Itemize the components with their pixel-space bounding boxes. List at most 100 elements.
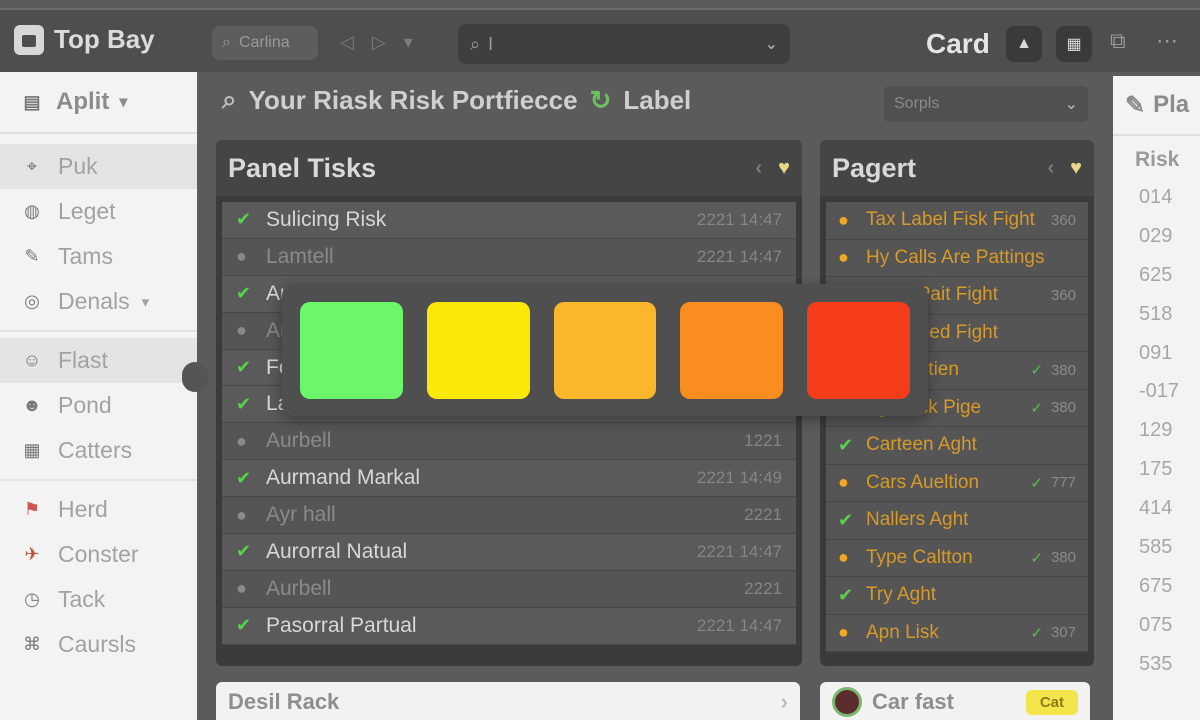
back-icon[interactable]: ◁ (340, 32, 354, 53)
quick-search-input[interactable]: ⌕ Carlina (212, 26, 318, 60)
workspace-label: Aplit (56, 88, 110, 115)
sidebar-item-pond[interactable]: ☻ Pond (0, 383, 197, 428)
list-item-name: Hy Calls Are Pattings (866, 246, 1045, 268)
color-swatch-1[interactable] (300, 301, 403, 399)
pending-icon: ● (236, 430, 247, 451)
card-label[interactable]: Card (926, 28, 990, 60)
sidebar-item-flast[interactable]: ☺ Flast (0, 338, 197, 383)
car-fast-card[interactable]: Car fast Cat (820, 682, 1090, 720)
upload-button[interactable]: ▲ (1006, 26, 1042, 62)
more-icon[interactable]: ⋯ (1156, 28, 1178, 54)
brush-icon: ✎ (24, 246, 40, 266)
task-time: 2221 14:47 (696, 246, 782, 266)
list-item[interactable]: ● Tax Label Fisk Fight 360 (826, 202, 1088, 240)
list-item[interactable]: ● Hy Calls Are Pattings (826, 239, 1088, 277)
list-item[interactable]: ● Type Caltton ✓ 380 (826, 539, 1088, 577)
task-row[interactable]: ✔ Pasorral Partual 2221 14:47 (222, 607, 796, 645)
risk-color-picker (282, 284, 928, 416)
list-item-name: Nallers Aght (866, 509, 969, 531)
workspace-select[interactable]: ▤ Aplit ▾ (0, 72, 197, 134)
list-item[interactable]: ● Cars Aueltion ✓ 777 (826, 464, 1088, 502)
color-swatch-2[interactable] (426, 301, 530, 399)
forward-icon[interactable]: ▷ (372, 32, 386, 53)
globe-icon: ◍ (24, 201, 40, 221)
sidebar-item-catters[interactable]: ▦ Catters (0, 428, 197, 473)
color-swatch-5[interactable] (807, 301, 910, 399)
chevron-left-icon[interactable]: ‹ (755, 157, 762, 180)
color-swatch-4[interactable] (680, 301, 784, 399)
workspace-icon: ▤ (23, 91, 41, 112)
list-item[interactable]: ✔ Nallers Aght (826, 502, 1088, 540)
refresh-icon[interactable]: ↻ (590, 85, 612, 116)
risk-values: 014 029 625 518 091 -017 129 175 414 585 675 075 535 (1113, 172, 1200, 684)
task-row[interactable]: ● Lamtell 2221 14:47 (222, 238, 796, 276)
task-name: Sulicing Risk (266, 207, 387, 231)
search-icon: ⌕ (470, 33, 481, 54)
chevron-left-icon[interactable]: ‹ (1047, 157, 1054, 180)
warning-dot-icon: ● (838, 247, 849, 268)
chevron-down-icon: ▾ (119, 94, 128, 111)
sidebar-item-label: Puk (58, 153, 98, 179)
sidebar-item-caursls[interactable]: ⌘ Caursls (0, 622, 197, 667)
chevron-down-icon: ▾ (141, 293, 150, 311)
desil-rack-card[interactable]: Desil Rack › (216, 682, 800, 720)
pagert-list: ● Tax Label Fisk Fight 360 ● Hy Calls Are Pa… (820, 196, 1094, 652)
sidebar: ▤ Aplit ▾ ⌖ Puk ◍ Leget ✎ Tams ◎ Denals … (0, 72, 197, 720)
list-item[interactable]: ✔ Try Aght (826, 577, 1088, 615)
upload-icon: ▲ (1016, 35, 1032, 52)
sidebar-item-conster[interactable]: ✈ Conster (0, 532, 197, 577)
tasks-panel-title: Panel Tisks (228, 152, 377, 183)
task-row[interactable]: ● Ayr hall 2221 (222, 497, 796, 535)
pin-icon: ⌖ (26, 156, 38, 176)
grid-icon: ▦ (1066, 36, 1082, 53)
main-search-input[interactable]: ⌕ I ⌄ (458, 24, 790, 64)
sidebar-item-puk[interactable]: ⌖ Puk (0, 144, 197, 189)
task-row[interactable]: ✔ Aurmand Markal 2221 14:49 (222, 460, 796, 498)
list-item[interactable]: ● Apn Lisk ✓ 307 (826, 614, 1088, 652)
sidebar-item-tams[interactable]: ✎ Tams (0, 234, 197, 279)
risk-side-panel-title: Pla (1153, 91, 1190, 118)
sidebar-item-tack[interactable]: ◷ Tack (0, 577, 197, 622)
task-row[interactable]: ✔ Sulicing Risk 2221 14:47 (222, 202, 796, 239)
risk-side-panel-header[interactable]: ✎ Pla (1113, 76, 1200, 136)
sidebar-item-label: Flast (58, 347, 108, 373)
list-item-count: 777 (1050, 474, 1076, 492)
risk-side-panel: ✎ Pla Risk 014 029 625 518 091 -017 129 175 414 5… (1113, 76, 1200, 720)
sidebar-item-leget[interactable]: ◍ Leget (0, 189, 197, 234)
risk-value: 518 (1139, 302, 1173, 325)
grid-view-button[interactable]: ▦ (1056, 26, 1092, 62)
list-item[interactable]: ✔ Carteen Aght (826, 427, 1088, 465)
list-item-count: 380 (1050, 399, 1076, 417)
layout-icon[interactable]: ⧉ (1110, 28, 1126, 54)
check-icon: ✔ (838, 509, 854, 530)
search-icon[interactable]: ⌕ (222, 84, 237, 116)
task-row[interactable]: ✔ Aurorral Natual 2221 14:47 (222, 534, 796, 571)
sidebar-item-herd[interactable]: ⚑ Herd (0, 487, 197, 532)
sort-select[interactable]: Sorpls ⌄ (884, 86, 1088, 122)
quick-search-text: Carlina (238, 34, 290, 51)
favorite-icon[interactable]: ♥ (778, 157, 790, 180)
chevron-right-icon[interactable]: › (781, 689, 788, 715)
warning-dot-icon: ● (838, 547, 849, 568)
color-swatch-3[interactable] (553, 301, 657, 399)
list-item-meta: ✓ 380 (1030, 361, 1076, 380)
task-name: Ayr hall (266, 503, 336, 527)
task-row[interactable]: ● Aurbell 2221 (222, 570, 796, 608)
check-icon: ✔ (838, 434, 854, 455)
risk-value: 091 (1139, 341, 1173, 364)
sidebar-collapse-handle[interactable] (182, 362, 208, 392)
task-row[interactable]: ● Aurbell 1221 (222, 423, 796, 461)
check-icon: ✔ (236, 615, 252, 636)
chevron-down-icon[interactable]: ▾ (404, 32, 413, 53)
favorite-icon[interactable]: ♥ (1070, 157, 1082, 180)
pagert-panel-title: Pagert (832, 152, 917, 183)
task-time: 2221 (744, 578, 782, 598)
sidebar-item-denals[interactable]: ◎ Denals ▾ (0, 279, 197, 324)
app-title[interactable]: Top Bay (14, 24, 155, 55)
top-bar: Top Bay ⌕ Carlina ◁ ▷ ▾ ⌕ I ⌄ Card ▲ ▦ ⧉… (0, 8, 1200, 72)
pending-icon: ● (236, 320, 247, 341)
sidebar-item-label: Denals (58, 288, 130, 314)
risk-column-header: Risk (1135, 148, 1180, 171)
chevron-down-icon[interactable]: ⌄ (765, 34, 778, 54)
check-icon: ✓ (1030, 362, 1043, 380)
